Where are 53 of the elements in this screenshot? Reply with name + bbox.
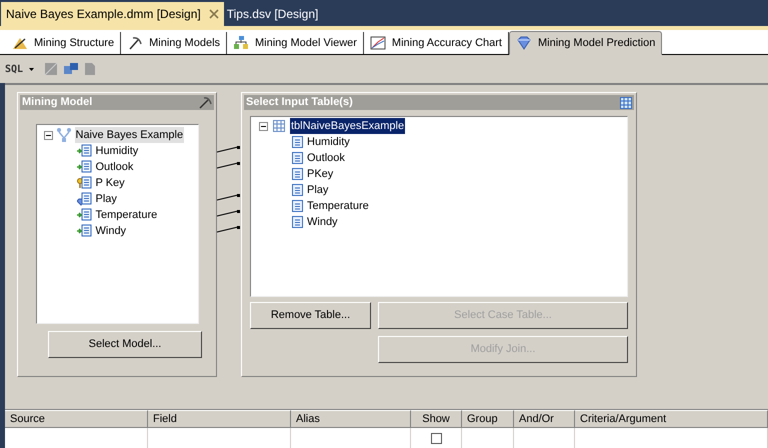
column-header[interactable]: Field [148,410,291,428]
column-icon [292,135,304,149]
tree-item[interactable]: Outlook [307,150,345,166]
panel-title: Mining Model [22,95,92,110]
tree-item[interactable]: Temperature [96,206,158,224]
designer-tab[interactable]: Mining Model Prediction [508,31,662,55]
input-column-icon [76,207,92,223]
document-tab[interactable]: Naive Bayes Example.dmm [Design] [1,2,224,26]
tree-item[interactable]: P Key [96,174,125,192]
column-icon [292,167,304,181]
tree-item[interactable]: Humidity [307,134,350,150]
chart-icon [370,35,386,51]
diagram-icon [233,35,250,51]
column-header[interactable]: Source [5,410,148,428]
tree-item[interactable]: Naive Bayes Example [74,126,184,144]
dropdown-icon[interactable] [29,68,34,70]
collapse-icon[interactable] [259,122,268,130]
funnel-icon [56,127,72,143]
show-checkbox[interactable] [430,432,442,444]
close-icon[interactable] [208,9,219,19]
column-header[interactable]: Criteria/Argument [575,410,768,428]
tree-item[interactable]: Windy [307,214,338,230]
pick-icon [127,35,144,51]
column-header[interactable]: Show [411,410,462,428]
predict-column-icon [76,191,92,207]
column-icon [292,215,304,229]
tree-item[interactable]: Windy [96,222,126,240]
input-column-icon [76,159,92,175]
gem-icon [516,35,532,51]
column-icon [292,199,304,213]
input-column-icon [76,223,92,239]
document-tab[interactable]: Tips.dsv [Design] [224,2,322,26]
table-button[interactable]: Remove Table... [250,302,371,329]
tree-item[interactable]: Play [307,182,328,198]
pick-icon [198,96,212,109]
tree-item[interactable]: tblNaiveBayesExample [290,118,406,134]
column-header[interactable]: And/Or [514,410,575,428]
column-header[interactable]: Group [462,410,514,428]
tree-item[interactable]: Play [96,190,117,208]
windows-icon[interactable] [64,62,78,76]
input-column-icon [76,143,92,159]
key-column-icon [76,175,92,191]
tree-item[interactable]: Temperature [307,198,369,214]
sql-button[interactable]: SQL [5,62,24,76]
column-icon [292,183,304,197]
column-header[interactable]: Alias [291,410,411,428]
tree-item[interactable]: Humidity [96,142,138,160]
collapse-icon[interactable] [44,130,52,140]
panel-title: Select Input Table(s) [246,95,353,110]
tree-item[interactable]: PKey [307,166,334,182]
tree-item[interactable]: Outlook [96,158,134,176]
column-icon [292,151,304,165]
select-model-button[interactable]: Select Model... [48,331,202,358]
